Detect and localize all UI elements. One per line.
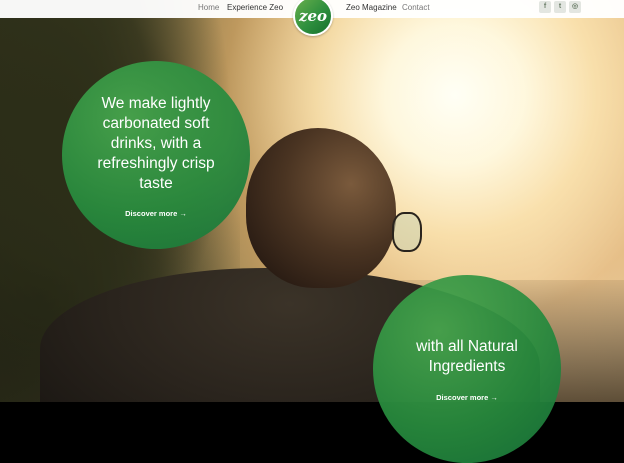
top-navigation: Home Experience Zeo zeo Zeo Magazine Con… [0, 0, 624, 36]
nav-magazine-link[interactable]: Zeo Magazine [346, 3, 397, 12]
nav-contact-link[interactable]: Contact [402, 3, 430, 12]
hero-bubble-secondary: with all Natural Ingredients Discover mo… [373, 275, 561, 463]
secondary-heading: with all Natural Ingredients [416, 338, 518, 375]
man-silhouette-head [246, 128, 396, 288]
twitter-icon[interactable]: t [554, 1, 566, 13]
primary-discover-link[interactable]: Discover more → [62, 209, 250, 218]
secondary-discover-link[interactable]: Discover more → [373, 393, 561, 402]
nav-home-link[interactable]: Home [198, 3, 219, 12]
instagram-icon[interactable]: ◎ [569, 1, 581, 13]
logo-text: zeo [298, 7, 328, 25]
facebook-icon[interactable]: f [539, 1, 551, 13]
nav-experience-link[interactable]: Experience Zeo [227, 3, 283, 12]
hero-bubble-primary: We make lightly carbonated soft drinks, … [62, 61, 250, 249]
primary-heading: We make lightly carbonated soft drinks, … [97, 95, 215, 192]
man-sunglasses [392, 212, 422, 252]
